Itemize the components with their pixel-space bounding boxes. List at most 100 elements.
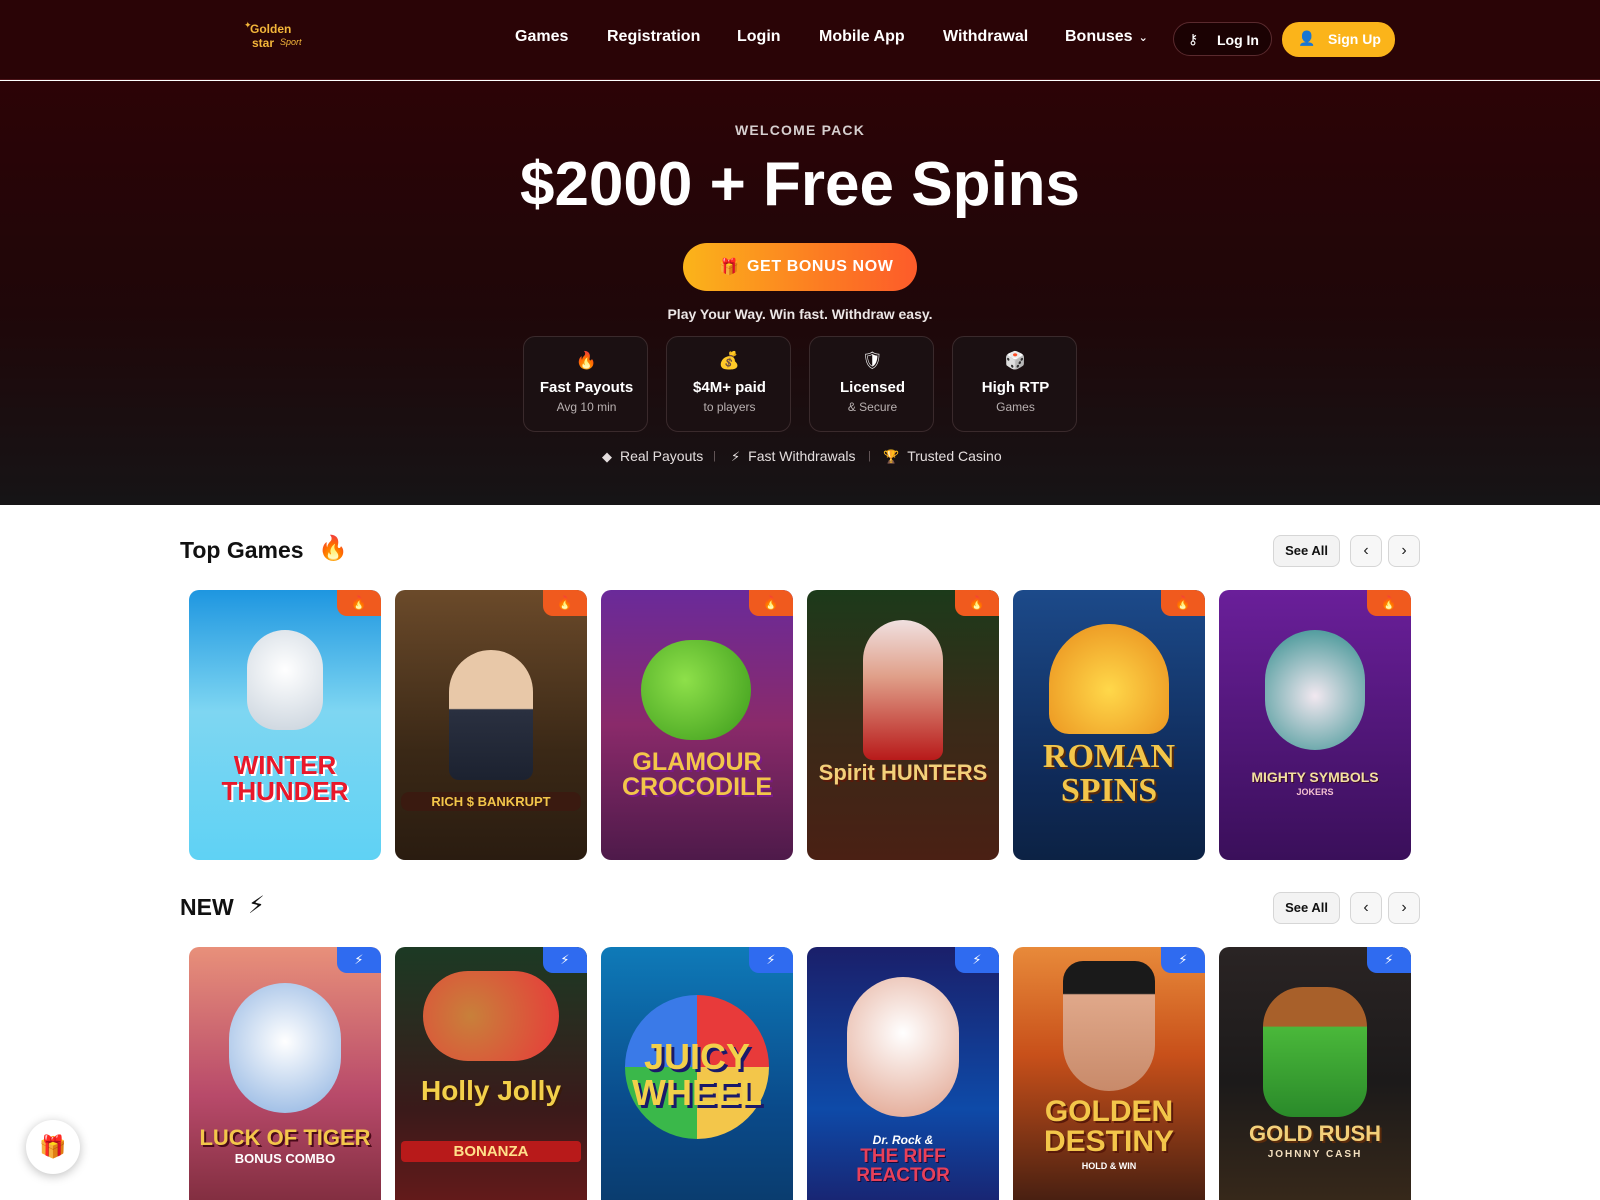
money-bag-icon: 💰 xyxy=(718,351,741,370)
game-card-luck-of-tiger[interactable]: LUCK OF TIGER BONUS COMBO ⚡ xyxy=(189,947,381,1200)
hot-badge: 🔥 xyxy=(1161,590,1205,616)
hot-badge: 🔥 xyxy=(543,590,587,616)
game-subtitle: BONUS COMBO xyxy=(234,1151,336,1166)
game-card-winter-thunder[interactable]: WINTER THUNDER 🔥 xyxy=(189,590,381,860)
bolt-icon: ⚡ xyxy=(972,952,982,967)
flame-icon: 🔥 xyxy=(556,595,574,610)
chevron-left-icon: ‹ xyxy=(1363,542,1369,559)
nav-mobile-app[interactable]: Mobile App xyxy=(819,28,905,46)
game-card-glamour-crocodile[interactable]: GLAMOUR CROCODILE 🔥 xyxy=(601,590,793,860)
hero-tagline: Play Your Way. Win fast. Withdraw easy. xyxy=(667,306,933,322)
floating-gift-button[interactable]: 🎁 xyxy=(26,1120,80,1174)
feature-subtitle: to players xyxy=(703,400,756,414)
new-games-see-all-button[interactable]: See All xyxy=(1273,892,1340,924)
feature-card-licensed: 🛡 Licensed & Secure xyxy=(809,336,934,432)
game-card-juicy-wheel[interactable]: JUICY WHEEL ⚡ xyxy=(601,947,793,1200)
login-button[interactable]: ⚷ Log In xyxy=(1173,22,1272,56)
game-card-rich-bankrupt[interactable]: RICH $ BANKRUPT 🔥 xyxy=(395,590,587,860)
chevron-right-icon: › xyxy=(1401,542,1407,559)
feature-title: Fast Payouts xyxy=(539,379,634,396)
game-card-riff-reactor[interactable]: Dr. Rock & THE RIFF REACTOR ⚡ xyxy=(807,947,999,1200)
new-badge: ⚡ xyxy=(1161,947,1205,973)
flame-icon: 🔥 xyxy=(350,595,368,610)
trust-divider: | xyxy=(868,450,871,462)
new-games-next-button[interactable]: › xyxy=(1388,892,1420,924)
flame-icon: 🔥 xyxy=(1380,595,1398,610)
site-logo[interactable]: ✦ Golden star Sport xyxy=(244,20,304,56)
hero-banner: WELCOME PACK $2000 + Free Spins 🎁 GET BO… xyxy=(0,81,1600,505)
dice-icon: 🎲 xyxy=(1004,351,1027,370)
get-bonus-button-label: GET BONUS NOW xyxy=(747,258,894,275)
top-games-next-button[interactable]: › xyxy=(1388,535,1420,567)
feature-card-rtp: 🎲 High RTP Games xyxy=(952,336,1077,432)
cactus-cowboy-icon xyxy=(1263,987,1367,1117)
new-badge: ⚡ xyxy=(543,947,587,973)
get-bonus-button[interactable]: 🎁 GET BONUS NOW xyxy=(683,243,917,291)
game-subtitle: Dr. Rock & xyxy=(872,1133,934,1147)
trust-label: Real Payouts xyxy=(620,448,704,464)
flame-icon: 🔥 xyxy=(575,351,598,370)
feature-title: High RTP xyxy=(981,379,1050,396)
chevron-right-icon: › xyxy=(1401,899,1407,916)
nav-login[interactable]: Login xyxy=(737,28,781,46)
trust-label: Fast Withdrawals xyxy=(748,448,856,464)
game-subtitle: BONANZA xyxy=(401,1141,581,1162)
signup-button-label: Sign Up xyxy=(1328,31,1381,47)
trust-divider: | xyxy=(713,450,716,462)
trust-item-payouts: ◆ Real Payouts xyxy=(602,448,703,465)
bolt-icon: ⚡ xyxy=(766,952,776,967)
game-card-golden-destiny[interactable]: GOLDEN DESTINY HOLD & WIN ⚡ xyxy=(1013,947,1205,1200)
new-badge: ⚡ xyxy=(749,947,793,973)
hero-kicker: WELCOME PACK xyxy=(734,122,866,138)
trust-item-trusted: 🏆 Trusted Casino xyxy=(883,448,1002,465)
trophy-icon: 🏆 xyxy=(883,449,900,464)
flame-icon: 🔥 xyxy=(1174,595,1192,610)
game-title: LUCK OF TIGER xyxy=(199,1125,371,1150)
game-title: THE RIFF REACTOR xyxy=(856,1146,950,1186)
shield-icon: 🛡 xyxy=(861,351,884,370)
game-card-spirit-hunters[interactable]: Spirit HUNTERS 🔥 xyxy=(807,590,999,860)
bolt-icon: ⚡ xyxy=(560,952,570,967)
logo-text-line2: star xyxy=(252,36,275,50)
trust-label: Trusted Casino xyxy=(907,448,1002,464)
hot-badge: 🔥 xyxy=(955,590,999,616)
site-header: ✦ Golden star Sport Games Registration L… xyxy=(0,0,1600,80)
gift-icon: 🎁 xyxy=(39,1134,67,1159)
hot-badge: 🔥 xyxy=(337,590,381,616)
nav-bonuses-dropdown[interactable]: Bonuses ⌄ xyxy=(1065,28,1148,46)
game-title: WINTER THUNDER xyxy=(221,750,349,806)
eagle-icon xyxy=(1049,624,1169,734)
bolt-icon: ⚡ xyxy=(1384,952,1394,967)
nav-games[interactable]: Games xyxy=(515,28,568,46)
feature-subtitle: Games xyxy=(996,400,1035,414)
new-games-prev-button[interactable]: ‹ xyxy=(1350,892,1382,924)
feature-card-payouts: 🔥 Fast Payouts Avg 10 min xyxy=(523,336,648,432)
game-card-roman-spins[interactable]: ROMAN SPINS 🔥 xyxy=(1013,590,1205,860)
bolt-icon: ⚡ xyxy=(1178,952,1188,967)
game-title: MIGHTY SYMBOLS xyxy=(1251,769,1379,785)
bolt-icon: ⚡ xyxy=(731,449,741,464)
chevron-down-icon: ⌄ xyxy=(1138,32,1148,44)
tiger-icon xyxy=(229,983,341,1113)
crocodile-icon xyxy=(641,640,751,740)
flame-icon: 🔥 xyxy=(762,595,780,610)
bear-and-santa-icon xyxy=(423,971,559,1061)
game-title: Holly Jolly xyxy=(420,1075,562,1106)
game-card-mighty-symbols[interactable]: MIGHTY SYMBOLS JOKERS 🔥 xyxy=(1219,590,1411,860)
new-badge: ⚡ xyxy=(1367,947,1411,973)
game-title: GLAMOUR CROCODILE xyxy=(622,748,772,801)
nav-withdrawal[interactable]: Withdrawal xyxy=(943,28,1028,46)
top-games-prev-button[interactable]: ‹ xyxy=(1350,535,1382,567)
signup-button[interactable]: 👤 Sign Up xyxy=(1282,22,1395,57)
feature-title: $4M+ paid xyxy=(693,379,766,396)
nav-registration[interactable]: Registration xyxy=(607,28,700,46)
character-portrait xyxy=(449,650,533,780)
feature-title: Licensed xyxy=(839,379,906,396)
game-card-holly-jolly[interactable]: Holly Jolly BONANZA ⚡ xyxy=(395,947,587,1200)
game-card-gold-rush[interactable]: GOLD RUSH JOHNNY CASH ⚡ xyxy=(1219,947,1411,1200)
logo-text-line3: Sport xyxy=(280,37,302,47)
character-portrait xyxy=(863,620,943,760)
game-subtitle: HOLD & WIN xyxy=(1081,1161,1137,1171)
key-icon: ⚷ xyxy=(1188,31,1199,47)
top-games-see-all-button[interactable]: See All xyxy=(1273,535,1340,567)
